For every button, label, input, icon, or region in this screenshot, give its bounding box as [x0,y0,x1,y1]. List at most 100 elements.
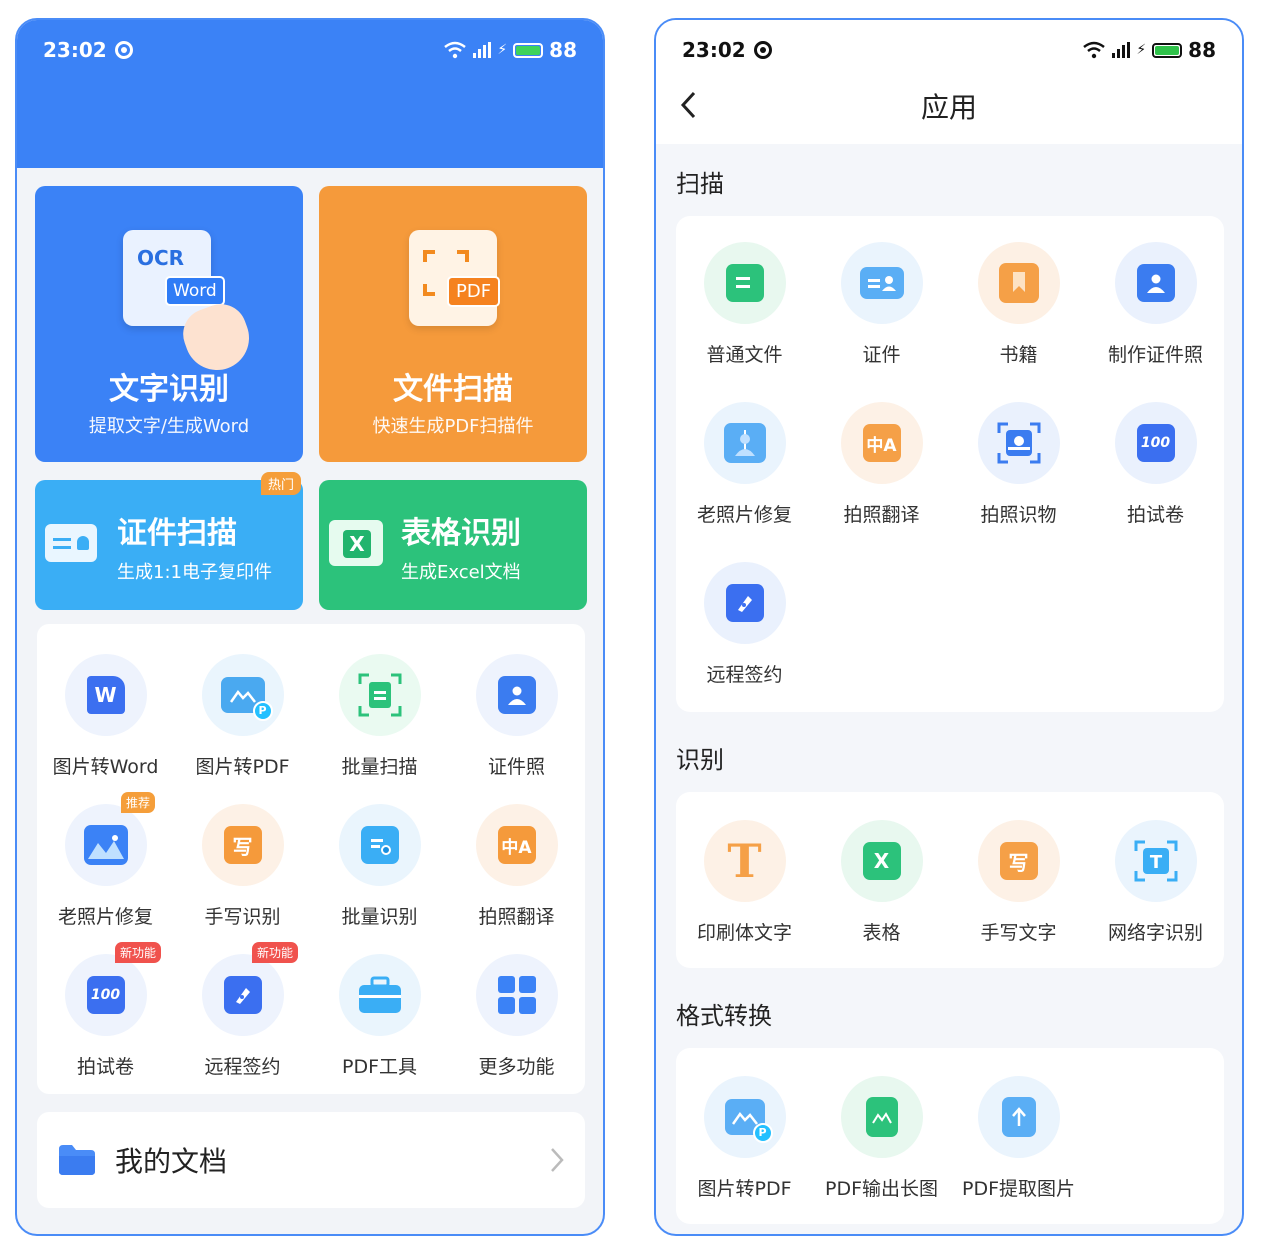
exam-glyph: 100 [86,976,125,1014]
section-title-recognize: 识别 [676,746,724,774]
batch-scan-icon [338,654,421,736]
app-make-id-photo[interactable]: 制作证件照 [1087,242,1224,367]
app-old-photo-restore[interactable]: 老照片修复 [676,402,813,527]
handwriting-glyph: 写 [223,826,262,864]
signal-icon [1112,42,1131,58]
app-label: PDF输出长图 [824,1178,939,1200]
document-icon [703,242,786,324]
app-label: 手写文字 [980,922,1057,944]
tool-label: 批量识别 [341,906,418,928]
long-image-icon [840,1076,923,1158]
translate-glyph: 中A [497,826,536,864]
handwriting-icon: 写 [201,804,284,886]
page-title: 应用 [920,91,977,124]
app-book[interactable]: 书籍 [950,242,1087,367]
hot-badge: 热门 [261,472,302,495]
exam-paper-icon: 100 [1114,402,1197,484]
word-glyph: W [86,676,125,714]
tool-more[interactable]: 更多功能 [448,954,585,1079]
tool-label: 批量扫描 [341,756,418,778]
app-pdf-extract-images[interactable]: PDF提取图片 [950,1076,1087,1201]
app-plain-document[interactable]: 普通文件 [676,242,813,367]
tool-handwriting[interactable]: 写 手写识别 [174,804,311,929]
tool-remote-sign[interactable]: 远程签约 新功能 [174,942,311,1079]
remote-sign-icon [703,562,786,644]
app-label: 表格 [862,922,901,944]
app-handwriting[interactable]: 写 手写文字 [950,820,1087,945]
signal-icon [473,42,492,58]
pdf-scan-icon: PDF [409,230,501,326]
my-documents-bar[interactable]: 我的文档 [37,1112,585,1208]
app-remote-sign[interactable]: 远程签约 [676,562,813,687]
tool-id-photo[interactable]: 证件照 [448,654,585,779]
status-time: 23:02 [682,38,746,62]
wifi-icon [444,41,467,59]
battery-icon [1152,42,1183,58]
id-scan-subtitle: 生成1:1电子复印件 [117,562,272,583]
book-icon [977,242,1060,324]
app-label: 印刷体文字 [696,922,792,944]
text-t-icon: T [703,820,786,902]
scan-card[interactable]: PDF 文件扫描 快速生成PDF扫描件 [319,186,587,462]
chevron-right-icon [551,1148,564,1172]
identify-object-icon [977,402,1060,484]
status-time: 23:02 [43,38,107,62]
app-print-text[interactable]: T 印刷体文字 [676,820,813,945]
tool-label: 拍试卷 [76,1056,134,1078]
app-label: 老照片修复 [696,504,792,526]
tool-pdf-tools[interactable]: PDF工具 [311,954,448,1079]
tool-batch-recognize[interactable]: 批量识别 [311,804,448,929]
app-label: 普通文件 [706,344,783,366]
tool-label: 证件照 [487,756,545,778]
id-scan-title: 证件扫描 [117,516,237,551]
app-label: 证件 [862,344,901,366]
handwriting-icon: 写 [977,820,1060,902]
image-pdf-icon: P [703,1076,786,1158]
ocr-icon-text: OCR [137,246,185,270]
app-label: PDF提取图片 [961,1178,1076,1200]
battery-level: 88 [1188,38,1216,62]
tool-label: 图片转PDF [195,756,290,778]
app-label: 远程签约 [706,664,783,686]
translate-icon: 中A [840,402,923,484]
charging-icon: ⚡ [497,42,508,58]
status-bar: 23:02 ⚡ 88 [17,20,603,80]
app-exam-paper[interactable]: 100 拍试卷 [1087,402,1224,527]
tool-batch-scan[interactable]: 批量扫描 [311,654,448,779]
app-photo-identify[interactable]: 拍照识物 [950,402,1087,527]
recommend-badge: 推荐 [121,792,156,813]
app-label: 拍照识物 [980,504,1057,526]
new-feature-badge: 新功能 [115,942,162,963]
app-image-to-pdf[interactable]: P 图片转PDF [676,1076,813,1201]
tool-exam-paper[interactable]: 100 拍试卷 新功能 [37,942,174,1079]
format-section: P 图片转PDF PDF输出长图 PDF提取图片 [676,1048,1224,1224]
tool-label: 更多功能 [478,1056,555,1078]
tool-label: 图片转Word [52,756,159,778]
app-label: 书籍 [999,344,1038,366]
app-pdf-long-image[interactable]: PDF输出长图 [813,1076,950,1201]
id-scan-card[interactable]: 证件扫描 生成1:1电子复印件 [35,480,303,610]
tool-photo-translate[interactable]: 中A 拍照翻译 [448,804,585,929]
image-pdf-icon: P [201,654,284,736]
tool-image-to-word[interactable]: W 图片转Word [37,654,174,779]
recognize-section: T 印刷体文字 X 表格 写 手写文字 T 网络字识别 [676,792,1224,968]
app-photo-translate[interactable]: 中A 拍照翻译 [813,402,950,527]
tool-image-to-pdf[interactable]: P 图片转PDF [174,654,311,779]
id-card-icon [840,242,923,324]
pdf-icon-text: PDF [447,276,501,307]
app-id-card[interactable]: 证件 [813,242,950,367]
charging-icon: ⚡ [1136,42,1147,58]
tool-old-photo-restore[interactable]: 老照片修复 推荐 [37,792,174,929]
tool-label: 远程签约 [204,1056,281,1078]
id-photo-icon [1114,242,1197,324]
app-web-font-recognition[interactable]: T 网络字识别 [1087,820,1224,945]
app-table[interactable]: X 表格 [813,820,950,945]
hotspot-icon [753,41,772,59]
hotspot-icon [114,41,133,59]
word-icon: W [64,654,147,736]
ocr-card[interactable]: OCR Word 文字识别 提取文字/生成Word [35,186,303,462]
scan-card-subtitle: 快速生成PDF扫描件 [372,416,534,437]
table-recognition-card[interactable]: X 表格识别 生成Excel文档 [319,480,587,610]
briefcase-icon [338,954,421,1036]
app-label: 网络字识别 [1107,922,1203,944]
